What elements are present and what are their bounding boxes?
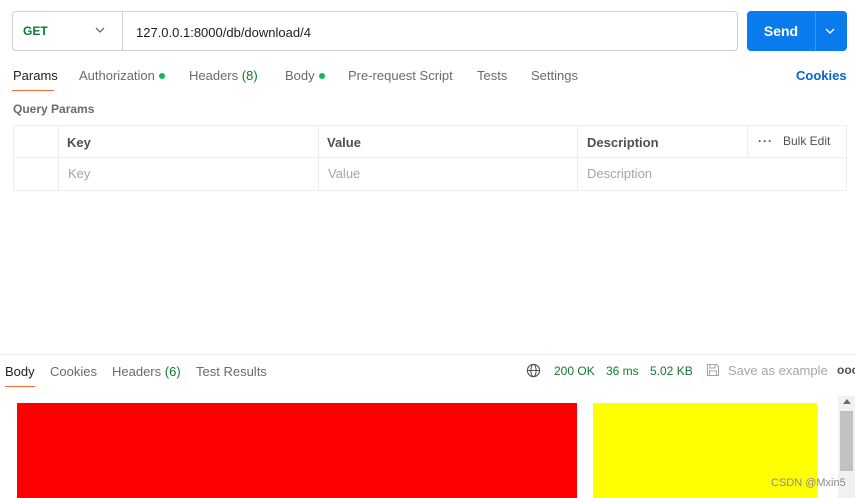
method-select[interactable]: GET xyxy=(12,11,122,51)
response-size[interactable]: 5.02 KB xyxy=(650,364,693,378)
tab-settings[interactable]: Settings xyxy=(531,68,578,83)
description-input[interactable]: Description xyxy=(587,166,652,181)
divider xyxy=(58,125,59,191)
tab-body[interactable]: Body xyxy=(285,68,325,83)
response-time[interactable]: 36 ms xyxy=(606,364,639,378)
save-as-example-button[interactable]: Save as example xyxy=(728,363,828,378)
active-tab-indicator xyxy=(12,90,54,91)
save-icon[interactable] xyxy=(706,363,720,377)
column-header-description: Description xyxy=(587,135,659,150)
status-dot-icon xyxy=(318,72,325,79)
tab-headers[interactable]: Headers (8) xyxy=(189,68,258,83)
send-options-chevron-icon[interactable] xyxy=(824,26,836,36)
scrollbar-thumb[interactable] xyxy=(840,411,853,471)
response-tab-body[interactable]: Body xyxy=(5,364,35,379)
divider xyxy=(577,125,578,191)
params-table xyxy=(13,125,847,191)
divider xyxy=(122,12,123,50)
url-input[interactable] xyxy=(136,20,716,44)
value-input[interactable]: Value xyxy=(328,166,360,181)
cookies-link[interactable]: Cookies xyxy=(796,68,847,83)
divider xyxy=(815,11,816,51)
globe-icon[interactable] xyxy=(526,363,541,378)
divider xyxy=(0,354,855,355)
tab-pre-request-script[interactable]: Pre-request Script xyxy=(348,68,453,83)
response-tab-headers[interactable]: Headers (6) xyxy=(112,364,181,379)
chevron-down-icon[interactable] xyxy=(95,25,105,35)
query-params-title: Query Params xyxy=(13,102,95,116)
key-input[interactable]: Key xyxy=(68,166,90,181)
watermark: CSDN @Mxin5 xyxy=(771,477,846,489)
column-header-key: Key xyxy=(67,135,91,150)
bulk-edit-button[interactable]: ··· Bulk Edit xyxy=(758,134,830,148)
status-code[interactable]: 200 OK xyxy=(554,364,595,378)
status-dot-icon xyxy=(158,72,165,79)
send-button-label[interactable]: Send xyxy=(747,11,815,51)
column-header-value: Value xyxy=(327,135,361,150)
preview-red-block xyxy=(17,403,577,498)
method-label: GET xyxy=(23,24,48,38)
active-tab-indicator xyxy=(5,386,35,387)
response-headers-count: (6) xyxy=(164,364,181,379)
tab-params[interactable]: Params xyxy=(13,68,58,83)
scroll-up-arrow-icon[interactable] xyxy=(843,399,851,404)
headers-count: (8) xyxy=(241,68,258,83)
tab-tests[interactable]: Tests xyxy=(477,68,507,83)
response-tab-cookies[interactable]: Cookies xyxy=(50,364,97,379)
more-options-icon[interactable]: ··· xyxy=(758,134,773,148)
divider xyxy=(747,125,748,157)
tab-authorization[interactable]: Authorization xyxy=(79,68,165,83)
response-tab-test-results[interactable]: Test Results xyxy=(196,364,267,379)
more-options-icon[interactable]: ooo xyxy=(837,363,855,377)
divider xyxy=(318,125,319,191)
divider xyxy=(13,157,847,158)
